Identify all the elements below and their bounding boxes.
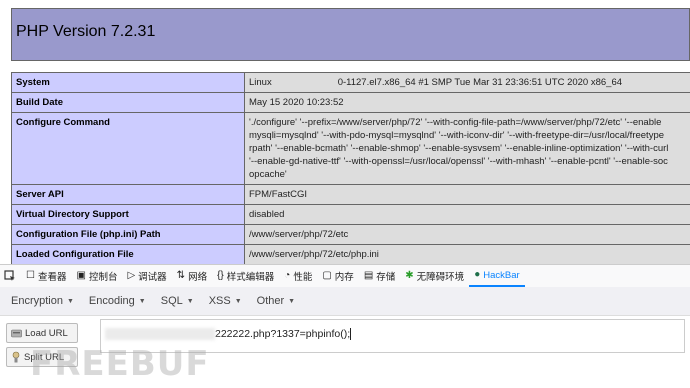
devtools-tab-label: 样式编辑器 bbox=[226, 272, 275, 283]
hackbar-menu-label: Encryption bbox=[11, 295, 63, 307]
accessibility-icon: ✱ bbox=[405, 270, 414, 281]
devtools-tab[interactable]: ▢ 内存 bbox=[317, 265, 358, 287]
load-url-button[interactable]: Load URL bbox=[6, 323, 78, 343]
network-icon: ⇅ bbox=[176, 270, 186, 281]
devtools-tab[interactable]: ▣ 控制台 bbox=[71, 265, 122, 287]
caret-down-icon: ▼ bbox=[234, 297, 242, 305]
caret-down-icon: ▼ bbox=[66, 297, 74, 305]
phpinfo-value: /www/server/php/72/etc bbox=[244, 224, 690, 245]
phpinfo-key: System bbox=[11, 72, 245, 93]
load-url-icon bbox=[11, 328, 22, 338]
devtools-tab-label: 查看器 bbox=[37, 272, 67, 283]
devtools-tab[interactable]: ⇅ 网络 bbox=[172, 265, 212, 287]
devtools-toolbar: ☐ 查看器 ▣ 控制台 ▷ 调试器 ⇅ 网络{} 样式编辑器 ◔ 性能 ▢ 内存 ▤ 存储 ✱ 无障碍环境 ● Ha… bbox=[0, 264, 690, 288]
phpinfo-value: FPM/FastCGI bbox=[244, 184, 690, 205]
phpinfo-row: Loaded Configuration File/www/server/php… bbox=[11, 244, 690, 264]
hackbar-menu-item[interactable]: Other ▼ bbox=[257, 295, 295, 307]
phpinfo-value: disabled bbox=[244, 204, 690, 225]
phpinfo-table: System Linux 0-1127.el7.x86_64 #1 SMP Tue… bbox=[11, 72, 690, 264]
hackbar-menu-label: Encoding bbox=[88, 295, 135, 307]
php-version-header: PHP Version 7.2.31 bbox=[11, 8, 690, 61]
phpinfo-key: Loaded Configuration File bbox=[11, 244, 245, 264]
hackbar-menu-item[interactable]: Encoding ▼ bbox=[89, 295, 146, 307]
load-url-label: Load URL bbox=[25, 327, 68, 339]
element-picker-icon[interactable] bbox=[3, 269, 17, 283]
split-url-icon bbox=[11, 351, 21, 363]
debugger-icon: ▷ bbox=[127, 270, 136, 281]
phpinfo-key: Build Date bbox=[11, 92, 245, 113]
phpinfo-key: Configure Command bbox=[11, 112, 245, 185]
memory-icon: ▢ bbox=[322, 270, 332, 281]
devtools-tab-label: 内存 bbox=[334, 272, 354, 283]
devtools-tab-label: 性能 bbox=[293, 272, 313, 283]
caret-down-icon: ▼ bbox=[186, 297, 194, 305]
redacted-host bbox=[105, 328, 215, 341]
hackbar-menu-item[interactable]: SQL ▼ bbox=[161, 295, 194, 307]
watermark-logo: FREEBUF bbox=[30, 344, 210, 384]
hackbar-menu-label: Other bbox=[256, 295, 285, 307]
hackbar-menu-label: SQL bbox=[160, 295, 183, 307]
devtools-tab[interactable]: ◔ 性能 bbox=[279, 265, 317, 287]
devtools-tab[interactable]: {} 样式编辑器 bbox=[212, 265, 279, 287]
storage-icon: ▤ bbox=[363, 270, 374, 281]
caret-down-icon: ▼ bbox=[138, 297, 146, 305]
performance-icon: ◔ bbox=[284, 270, 291, 281]
phpinfo-row: Server API FPM/FastCGI bbox=[11, 184, 690, 205]
phpinfo-value: May 15 2020 10:23:52 bbox=[244, 92, 690, 113]
devtools-tab-label: 调试器 bbox=[138, 272, 167, 283]
phpinfo-row: Virtual Directory Support disabled bbox=[11, 204, 690, 225]
hackbar-menu-label: XSS bbox=[208, 295, 231, 307]
style-editor-icon: {} bbox=[217, 270, 224, 281]
phpinfo-row: Configure Command './configure' '--prefix… bbox=[11, 112, 690, 185]
phpinfo-value: './configure' '--prefix=/www/server/php/… bbox=[244, 112, 690, 185]
devtools-tab[interactable]: ▤ 存储 bbox=[359, 265, 400, 287]
phpinfo-value: Linux 0-1127.el7.x86_64 #1 SMP Tue Mar 3… bbox=[244, 72, 690, 93]
phpinfo-row: Build Date May 15 2020 10:23:52 bbox=[11, 92, 690, 113]
devtools-tab-label: 无障碍环境 bbox=[416, 272, 465, 283]
phpinfo-key: Configuration File (php.ini) Path bbox=[11, 224, 245, 245]
phpinfo-value: /www/server/php/72/etc/php.ini bbox=[244, 244, 690, 264]
devtools-tab-label: HackBar bbox=[483, 269, 520, 281]
devtools-tab[interactable]: ☐ 查看器 bbox=[21, 265, 71, 287]
url-text: 222222.php?1337=phpinfo(); bbox=[215, 328, 351, 340]
php-version-title: PHP Version 7.2.31 bbox=[16, 23, 156, 40]
hackbar-menu-item[interactable]: XSS ▼ bbox=[209, 295, 242, 307]
devtools-tab[interactable]: ▷ 调试器 bbox=[122, 265, 171, 287]
phpinfo-row: System Linux 0-1127.el7.x86_64 #1 SMP Tue… bbox=[11, 72, 690, 93]
phpinfo-key: Virtual Directory Support bbox=[11, 204, 245, 225]
devtools-tab[interactable]: ● HackBar bbox=[469, 265, 525, 287]
phpinfo-row: Configuration File (php.ini) Path/www/se… bbox=[11, 224, 690, 245]
hackbar-menu: Encryption ▼ Encoding ▼ SQL ▼ XSS ▼ Other ▼ bbox=[0, 287, 690, 316]
hackbar-menu-item[interactable]: Encryption ▼ bbox=[11, 295, 74, 307]
console-icon: ▣ bbox=[76, 270, 86, 281]
devtools-tab-label: 存储 bbox=[376, 272, 396, 283]
devtools-tab-label: 控制台 bbox=[88, 272, 118, 283]
devtools-tab-label: 网络 bbox=[188, 272, 208, 283]
inspector-icon: ☐ bbox=[26, 270, 35, 281]
phpinfo-page: PHP Version 7.2.31 System Linux 0-1127.el… bbox=[0, 0, 690, 264]
caret-down-icon: ▼ bbox=[288, 297, 296, 305]
hackbar-icon: ● bbox=[474, 269, 481, 280]
devtools-tab[interactable]: ✱ 无障碍环境 bbox=[400, 265, 469, 287]
phpinfo-key: Server API bbox=[11, 184, 245, 205]
